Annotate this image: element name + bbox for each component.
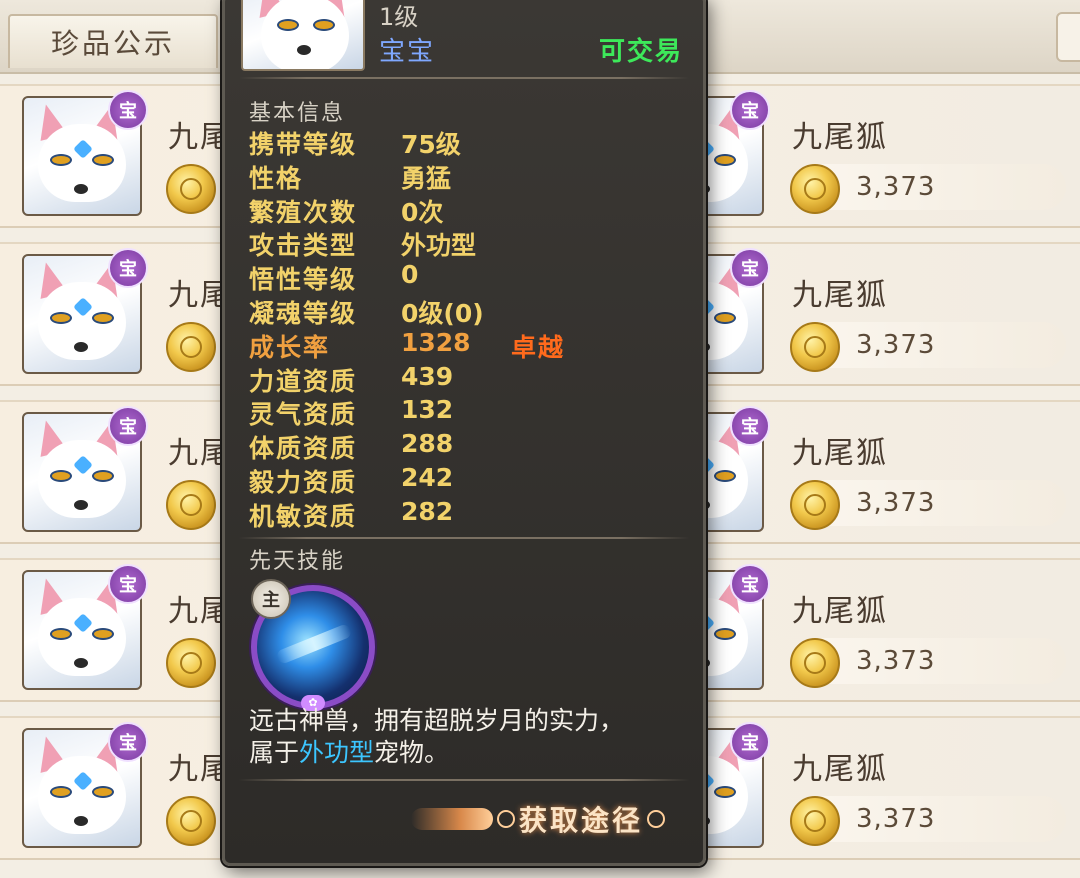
stat-row: 体质资质 288 <box>249 429 679 463</box>
description-prefix: 属于 <box>249 738 300 767</box>
stat-row: 凝魂等级 0级(0) <box>249 294 679 328</box>
skill-streak-graphic <box>275 622 353 666</box>
header-divider <box>239 77 689 79</box>
stat-label: 性格 <box>249 163 304 193</box>
pet-name-right: 九尾狐 <box>792 436 888 471</box>
price-value: 3,373 <box>856 646 936 676</box>
stat-value: 132 <box>401 395 454 425</box>
stat-row: 繁殖次数 0次 <box>249 193 679 227</box>
tradable-status: 可交易 <box>598 37 683 67</box>
basic-info-title: 基本信息 <box>249 101 346 126</box>
stat-row: 成长率 1328 卓越 <box>249 328 679 362</box>
stat-value: 242 <box>401 463 454 492</box>
stat-label: 灵气资质 <box>249 400 358 430</box>
stat-label: 攻击类型 <box>249 231 358 261</box>
gold-coin-icon <box>166 322 216 372</box>
pet-card-left[interactable]: 宝 <box>22 248 148 374</box>
gold-coin-icon <box>166 164 216 214</box>
treasure-badge: 宝 <box>730 90 770 130</box>
stat-value: 0 <box>401 260 419 290</box>
pet-detail-popup: 1级 宝宝 可交易 基本信息 携带等级 75级 性格 勇猛 繁殖次数 0次 攻击类型 外功型悟… <box>222 0 706 866</box>
pet-name-right: 九尾狐 <box>792 594 888 629</box>
stat-value: 288 <box>401 429 454 459</box>
description-highlight: 外功型 <box>299 738 375 767</box>
stat-row: 机敏资质 282 <box>249 497 679 531</box>
pet-portrait <box>241 0 365 71</box>
treasure-badge: 宝 <box>730 406 770 446</box>
gold-coin-icon <box>790 638 840 688</box>
stat-value: 0级(0) <box>401 299 484 328</box>
gold-coin-icon <box>166 480 216 530</box>
stat-label: 凝魂等级 <box>249 299 358 328</box>
stat-value: 282 <box>401 496 454 526</box>
stat-row: 携带等级 75级 <box>249 125 679 159</box>
stats-divider <box>239 537 689 539</box>
swirl-decoration-icon <box>411 808 493 830</box>
stat-label: 悟性等级 <box>249 265 358 295</box>
gold-coin-icon <box>790 796 840 846</box>
stat-value: 0次 <box>401 197 444 227</box>
gold-coin-icon <box>790 164 840 214</box>
description-line-1: 远古神兽，拥有超脱岁月的实力， <box>249 706 625 735</box>
pet-name-right: 九尾狐 <box>792 278 888 313</box>
pet-name-right: 九尾狐 <box>792 752 888 787</box>
gold-coin-icon <box>790 480 840 530</box>
stat-value: 1328 <box>401 327 471 357</box>
stat-value: 75级 <box>401 130 461 159</box>
tab-treasure-showcase[interactable]: 珍品公示 <box>8 14 218 68</box>
obtain-method-button[interactable]: 获取途径 <box>411 797 687 841</box>
stat-row: 力道资质 439 <box>249 362 679 396</box>
topbar-right-button[interactable] <box>1056 12 1080 62</box>
pet-level: 1级 <box>379 3 419 31</box>
stat-row: 悟性等级 0 <box>249 260 679 294</box>
price-value: 3,373 <box>856 804 936 834</box>
treasure-badge: 宝 <box>730 564 770 604</box>
stat-label: 成长率 <box>249 332 331 362</box>
growth-grade-tag: 卓越 <box>511 332 566 362</box>
treasure-badge: 宝 <box>108 722 148 762</box>
treasure-badge: 宝 <box>108 90 148 130</box>
pet-card-left[interactable]: 宝 <box>22 564 148 690</box>
stat-label: 机敏资质 <box>249 501 358 531</box>
stat-value: 439 <box>401 361 454 391</box>
pet-card-left[interactable]: 宝 <box>22 406 148 532</box>
stat-row: 攻击类型 外功型 <box>249 226 679 260</box>
stat-row: 灵气资质 132 <box>249 395 679 429</box>
stat-label: 携带等级 <box>249 130 358 159</box>
treasure-badge: 宝 <box>108 248 148 288</box>
stat-label: 体质资质 <box>249 434 358 464</box>
obtain-method-label: 获取途径 <box>519 804 644 837</box>
price-value: 3,373 <box>856 488 936 518</box>
pet-card-left[interactable]: 宝 <box>22 722 148 848</box>
stat-row: 毅力资质 242 <box>249 463 679 497</box>
treasure-badge: 宝 <box>108 564 148 604</box>
description-suffix: 宠物。 <box>374 738 450 767</box>
gold-coin-icon <box>790 322 840 372</box>
main-skill-badge: 主 <box>251 579 291 619</box>
description-line-2: 属于外功型宠物。 <box>249 737 679 769</box>
price-value: 3,373 <box>856 172 936 202</box>
treasure-badge: 宝 <box>108 406 148 446</box>
price-value: 3,373 <box>856 330 936 360</box>
dot-decoration-icon <box>647 810 666 828</box>
innate-skill-title: 先天技能 <box>249 549 346 574</box>
stat-value: 勇猛 <box>401 163 452 193</box>
pet-description: 远古神兽，拥有超脱岁月的实力， 属于外功型宠物。 <box>249 705 679 769</box>
gold-coin-icon <box>166 638 216 688</box>
treasure-badge: 宝 <box>730 248 770 288</box>
popup-header: 1级 宝宝 可交易 <box>225 0 703 73</box>
stat-value: 外功型 <box>401 231 477 261</box>
stat-label: 毅力资质 <box>249 468 358 497</box>
desc-divider <box>239 779 689 781</box>
treasure-badge: 宝 <box>730 722 770 762</box>
pet-name-right: 九尾狐 <box>792 120 888 155</box>
stat-label: 繁殖次数 <box>249 197 358 227</box>
pet-card-left[interactable]: 宝 <box>22 90 148 216</box>
gold-coin-icon <box>166 796 216 846</box>
stat-row: 性格 勇猛 <box>249 159 679 193</box>
stat-label: 力道资质 <box>249 366 358 396</box>
pet-type: 宝宝 <box>379 37 436 67</box>
dot-decoration-icon <box>497 810 515 828</box>
